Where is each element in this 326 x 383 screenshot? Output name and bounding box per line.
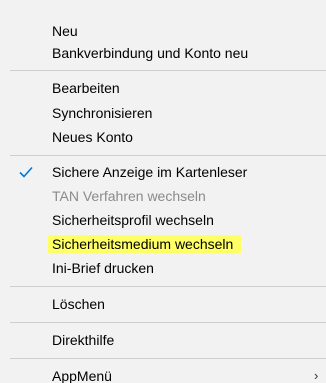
menu-item-label: Löschen [52,296,105,312]
menu-separator [10,286,326,287]
menu-item-label: Synchronisieren [52,105,153,121]
menu-item-label: TAN Verfahren wechseln [52,188,206,204]
menu-item-tan-verfahren-wechseln: TAN Verfahren wechseln [0,184,326,208]
menu-separator [10,358,326,359]
menu-item-loeschen[interactable]: Löschen [0,292,326,316]
menu-item-label: Sicherheitsmedium wechseln [48,235,242,253]
menu-item-ini-brief-drucken[interactable]: Ini-Brief drucken [0,256,326,280]
chevron-right-icon: › [314,368,319,383]
menu-item-label: Bearbeiten [52,80,120,96]
menu-separator [10,155,326,156]
menu-item-sichere-anzeige[interactable]: Sichere Anzeige im Kartenleser [0,160,326,184]
menu-item-label: Bankverbindung und Konto neu [52,45,249,61]
menu-item-direkthilfe[interactable]: Direkthilfe [0,328,326,352]
context-menu: Neu Bankverbindung und Konto neu Bearbei… [0,0,326,383]
menu-item-bankverbindung-und-konto-neu[interactable]: Bankverbindung und Konto neu [0,41,326,65]
menu-item-neu[interactable]: Neu [0,19,326,43]
menu-separator [10,70,326,71]
menu-item-label: Neu [52,23,78,39]
menu-item-label: AppMenü [52,368,112,383]
menu-item-label: Ini-Brief drucken [52,260,154,276]
menu-item-sicherheitsprofil-wechseln[interactable]: Sicherheitsprofil wechseln [0,208,326,232]
menu-item-synchronisieren[interactable]: Synchronisieren [0,101,326,125]
menu-item-label: Sicherheitsprofil wechseln [52,212,214,228]
menu-item-bearbeiten[interactable]: Bearbeiten [0,76,326,100]
checkmark-icon [18,164,34,180]
menu-item-label: Sichere Anzeige im Kartenleser [52,164,248,180]
menu-separator [10,322,326,323]
menu-item-appmenue[interactable]: AppMenü › [0,364,326,383]
menu-item-neues-konto[interactable]: Neues Konto [0,125,326,149]
menu-item-label: Direkthilfe [52,332,115,348]
menu-item-label: Neues Konto [52,129,133,145]
menu-item-sicherheitsmedium-wechseln[interactable]: Sicherheitsmedium wechseln [0,232,326,256]
